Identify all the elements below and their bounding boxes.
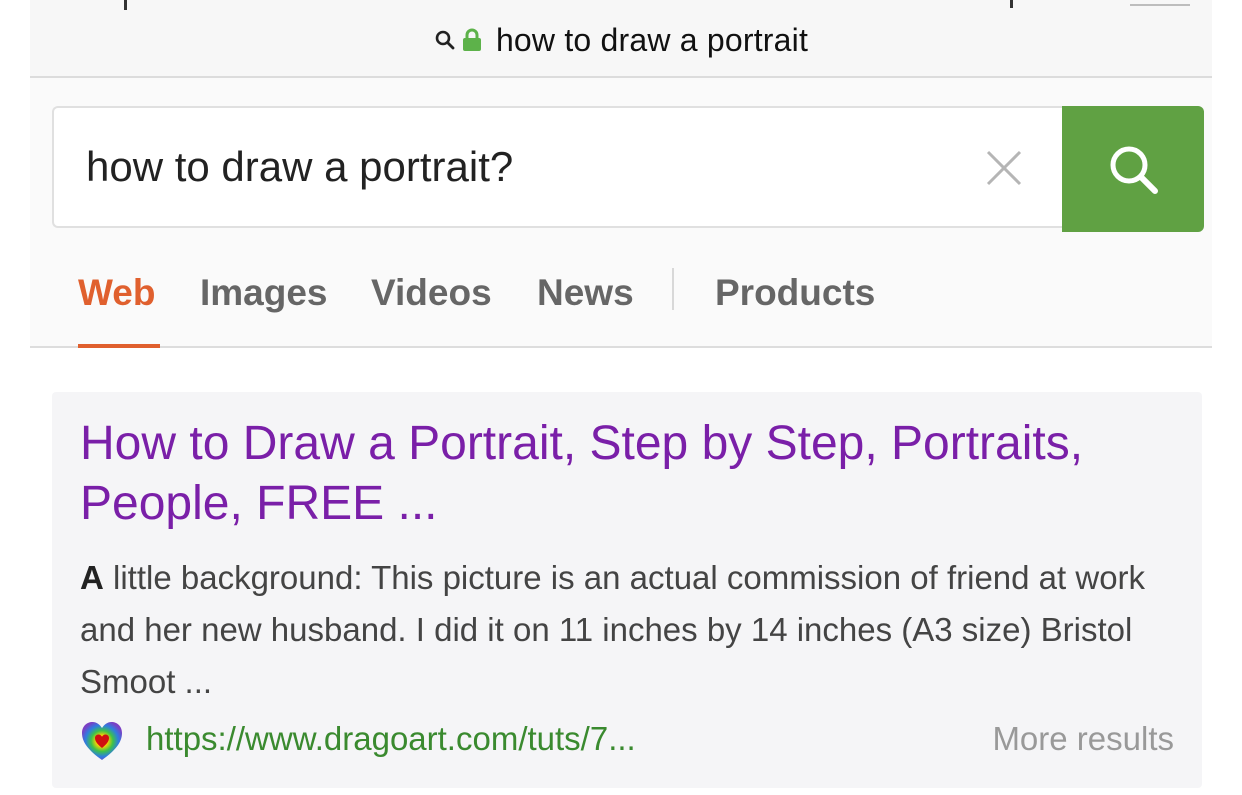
search-input[interactable] (86, 108, 946, 226)
lock-icon (462, 28, 481, 51)
active-tab-indicator (78, 344, 160, 348)
more-results-link[interactable]: More results (992, 720, 1174, 758)
tab-images[interactable]: Images (200, 272, 328, 314)
search-result-card[interactable]: How to Draw a Portrait, Step by Step, Po… (52, 392, 1202, 788)
result-url-link[interactable]: https://www.dragoart.com/tuts/7... (146, 720, 636, 758)
screen: how to draw a portrait Web Images Videos… (0, 0, 1242, 795)
browser-address-bar[interactable]: how to draw a portrait (30, 0, 1212, 78)
search-header: Web Images Videos News Products (30, 78, 1212, 348)
snippet-text: little background: This picture is an ac… (80, 559, 1146, 700)
result-footer: https://www.dragoart.com/tuts/7... More … (80, 716, 1174, 766)
search-tabs: Web Images Videos News Products (30, 258, 1212, 348)
tab-videos[interactable]: Videos (371, 272, 492, 314)
status-bar-fragment (124, 0, 127, 10)
search-icon (435, 30, 455, 50)
tab-web[interactable]: Web (78, 272, 155, 314)
result-snippet: A little background: This picture is an … (80, 552, 1180, 708)
status-bar-fragment (1010, 0, 1013, 8)
search-box (52, 106, 1062, 228)
search-icon (1110, 146, 1158, 194)
address-content[interactable]: how to draw a portrait (30, 20, 1212, 60)
result-title-link[interactable]: How to Draw a Portrait, Step by Step, Po… (80, 414, 1170, 534)
snippet-lead: A (80, 559, 104, 596)
tab-divider (672, 268, 674, 310)
address-text: how to draw a portrait (495, 21, 809, 58)
status-bar-fragment (1130, 4, 1190, 6)
close-icon[interactable] (984, 148, 1024, 188)
tab-products[interactable]: Products (715, 272, 875, 314)
search-button[interactable] (1062, 106, 1204, 232)
heart-favicon-icon (82, 722, 122, 760)
tab-news[interactable]: News (537, 272, 634, 314)
